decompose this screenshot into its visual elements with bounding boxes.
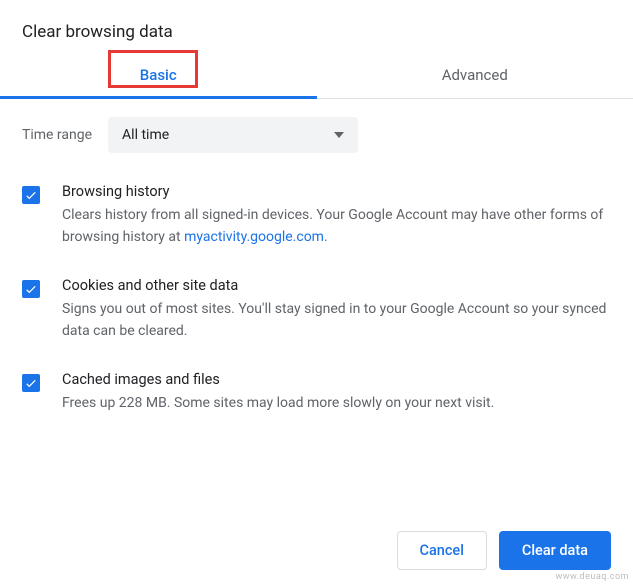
time-range-select[interactable]: All time <box>108 117 358 153</box>
checkbox-browsing-history[interactable] <box>22 186 40 204</box>
option-desc: Clears history from all signed-in device… <box>62 204 611 249</box>
check-icon <box>24 282 38 296</box>
check-icon <box>24 376 38 390</box>
option-title: Browsing history <box>62 183 611 200</box>
time-range-label: Time range <box>22 127 92 143</box>
clear-data-button[interactable]: Clear data <box>499 531 611 570</box>
chevron-down-icon <box>334 132 344 138</box>
option-cache: Cached images and files Frees up 228 MB.… <box>22 357 611 428</box>
tab-active-underline <box>0 96 317 99</box>
tabs-bar: Basic Advanced <box>0 52 633 99</box>
dialog-footer: Cancel Clear data <box>397 531 612 570</box>
option-desc: Frees up 228 MB. Some sites may load mor… <box>62 392 611 414</box>
option-browsing-history: Browsing history Clears history from all… <box>22 169 611 263</box>
checkbox-cookies[interactable] <box>22 280 40 298</box>
option-title: Cookies and other site data <box>62 277 611 294</box>
dialog-title: Clear browsing data <box>0 0 633 52</box>
tab-basic[interactable]: Basic <box>0 52 317 98</box>
time-range-value: All time <box>122 127 169 143</box>
option-desc: Signs you out of most sites. You'll stay… <box>62 298 611 343</box>
option-cookies: Cookies and other site data Signs you ou… <box>22 263 611 357</box>
option-title: Cached images and files <box>62 371 611 388</box>
tab-advanced[interactable]: Advanced <box>317 52 633 98</box>
check-icon <box>24 188 38 202</box>
options-list: Browsing history Clears history from all… <box>0 161 633 428</box>
cancel-button[interactable]: Cancel <box>397 531 487 570</box>
checkbox-cache[interactable] <box>22 374 40 392</box>
myactivity-link[interactable]: myactivity.google.com <box>184 229 324 245</box>
time-range-row: Time range All time <box>0 99 633 161</box>
watermark: www.deuaq.com <box>555 572 629 582</box>
